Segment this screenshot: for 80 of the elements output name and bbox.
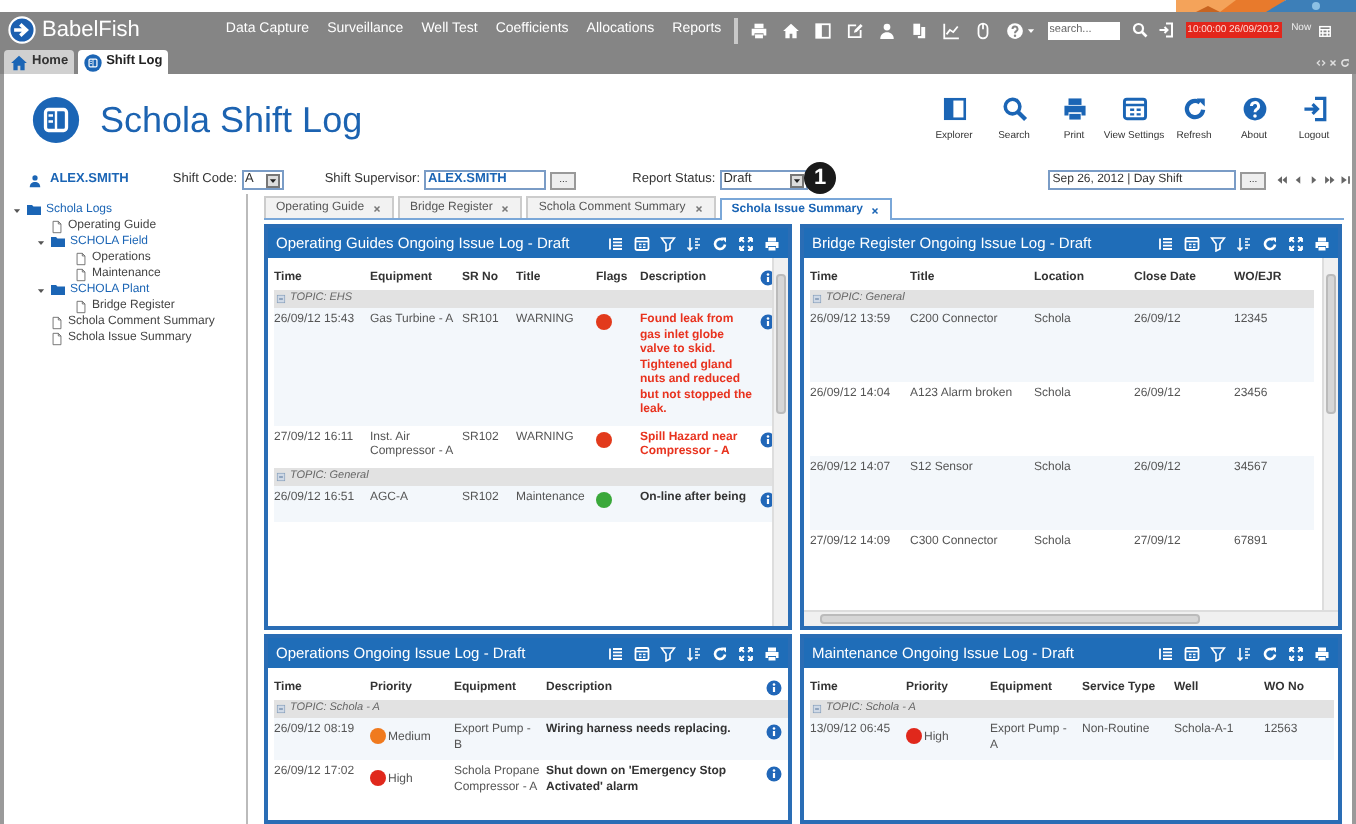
calendar-icon[interactable] (1184, 645, 1200, 661)
close-icon[interactable] (693, 203, 704, 213)
filter-icon[interactable] (1210, 645, 1226, 661)
info-icon[interactable] (766, 766, 782, 782)
expand-icon[interactable] (1288, 235, 1304, 251)
list-icon[interactable] (608, 645, 624, 661)
refresh-icon (1181, 95, 1207, 122)
print-icon[interactable] (749, 21, 768, 39)
collapse-arrow-icon[interactable] (12, 205, 22, 215)
logo-icon (8, 16, 36, 44)
page-title: Schola Shift Log (100, 97, 363, 144)
next-icon[interactable] (1308, 174, 1321, 186)
sort-icon[interactable] (686, 645, 702, 661)
calendar-icon[interactable] (1184, 235, 1200, 251)
vertical-scrollbar[interactable] (1322, 258, 1338, 610)
user-icon (28, 173, 42, 187)
help-icon[interactable] (1005, 21, 1024, 39)
document-icon (50, 219, 64, 233)
grid-icon (1121, 95, 1147, 122)
calendar-icon[interactable] (634, 235, 650, 251)
search-icon (1001, 95, 1027, 122)
horizontal-scrollbar[interactable] (804, 610, 1338, 626)
document-icon (74, 299, 88, 313)
print-icon[interactable] (764, 235, 780, 251)
help-icon (1241, 95, 1267, 122)
fast-forward-icon[interactable] (1324, 174, 1337, 186)
previous-icon[interactable] (1292, 174, 1305, 186)
expand-icon[interactable] (1288, 645, 1304, 661)
info-icon[interactable] (760, 314, 772, 330)
callout-badge: 1 (804, 162, 836, 194)
calendar-icon[interactable] (634, 645, 650, 661)
collapse-arrow-icon[interactable] (36, 237, 46, 247)
close-icon[interactable] (870, 205, 881, 215)
rewind-icon[interactable] (1276, 174, 1289, 186)
folder-icon (50, 282, 66, 298)
sort-icon[interactable] (686, 235, 702, 251)
logout-icon (1301, 95, 1327, 122)
sort-icon[interactable] (1236, 645, 1252, 661)
caret-icon (266, 173, 281, 187)
refresh-icon[interactable] (1340, 58, 1350, 68)
filter-icon[interactable] (660, 235, 676, 251)
print-icon[interactable] (1314, 235, 1330, 251)
info-icon[interactable] (760, 431, 772, 447)
info-icon[interactable] (766, 724, 782, 740)
search-icon[interactable] (1131, 22, 1148, 38)
home-icon[interactable] (781, 21, 800, 39)
print-icon[interactable] (764, 645, 780, 661)
collapse-arrow-icon[interactable] (36, 285, 46, 295)
logo-icon (32, 96, 80, 144)
home-icon (10, 53, 28, 71)
print-icon[interactable] (1314, 645, 1330, 661)
calendar-icon[interactable] (1317, 23, 1332, 37)
sort-icon[interactable] (1236, 235, 1252, 251)
filter-icon[interactable] (660, 645, 676, 661)
panel-icon[interactable] (813, 21, 832, 39)
list-icon[interactable] (1158, 645, 1174, 661)
edit-icon[interactable] (845, 21, 864, 39)
close-icon[interactable] (500, 203, 511, 213)
info-icon[interactable] (760, 270, 772, 286)
expand-icon[interactable] (738, 235, 754, 251)
filter-icon[interactable] (1210, 235, 1226, 251)
mouse-icon[interactable] (973, 21, 992, 39)
user-icon[interactable] (877, 21, 896, 39)
caret-icon[interactable] (1025, 25, 1036, 35)
panel-icon (941, 95, 967, 122)
app-name: BabelFish (42, 15, 140, 46)
print-icon (1061, 95, 1087, 122)
arrows-icon[interactable] (1316, 58, 1326, 68)
close-icon[interactable] (372, 203, 383, 213)
vertical-scrollbar[interactable] (772, 258, 788, 626)
info-icon[interactable] (760, 491, 772, 507)
info-icon[interactable] (766, 680, 782, 696)
copy-icon[interactable] (909, 21, 928, 39)
logout-icon[interactable] (1157, 22, 1174, 38)
list-icon[interactable] (608, 235, 624, 251)
chart-icon[interactable] (941, 21, 960, 39)
last-icon[interactable] (1340, 174, 1353, 186)
expand-icon[interactable] (738, 645, 754, 661)
list-icon[interactable] (1158, 235, 1174, 251)
caret-icon (790, 173, 805, 187)
